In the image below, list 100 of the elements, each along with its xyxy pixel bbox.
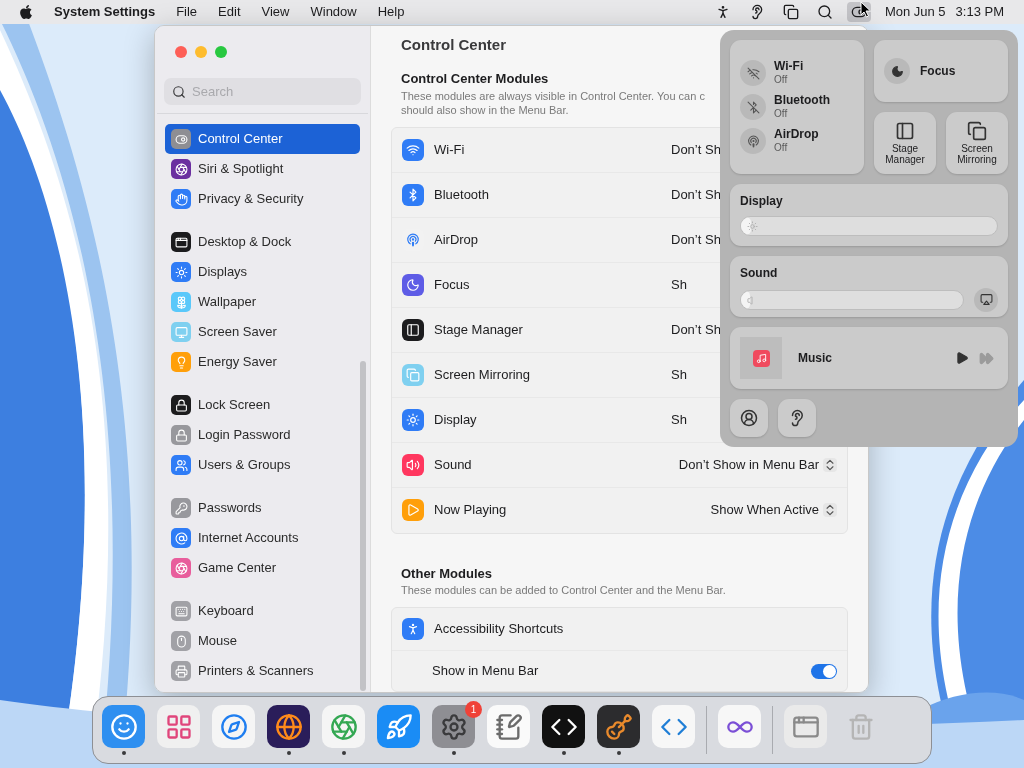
- section-description: should also show in the Menu Bar.: [401, 102, 569, 117]
- toggle-switch[interactable]: [811, 663, 837, 679]
- toggle-status: Off: [774, 73, 789, 86]
- people-icon: [171, 455, 191, 475]
- row-label: Sound: [434, 455, 472, 474]
- sidebar-item[interactable]: Passwords: [165, 493, 360, 523]
- control-tile[interactable]: Stage Manager: [874, 112, 936, 174]
- wifi-icon[interactable]: [740, 60, 766, 86]
- sidebar-item[interactable]: Printers & Scanners: [165, 656, 360, 686]
- sun-icon: [171, 262, 191, 282]
- smiley-face-icon[interactable]: [102, 705, 145, 748]
- toggles-icon: [171, 129, 191, 149]
- menu-select[interactable]: Sh: [671, 411, 687, 427]
- slider[interactable]: [740, 216, 998, 236]
- mouse-icon: [171, 631, 191, 651]
- moon-icon: [402, 273, 424, 296]
- control-tile[interactable]: Screen Mirroring: [946, 112, 1008, 174]
- code-icon[interactable]: [652, 705, 695, 748]
- play-icon[interactable]: [955, 351, 969, 366]
- menu-item[interactable]: View: [261, 2, 290, 22]
- ring-icon[interactable]: [322, 705, 365, 748]
- sidebar-item[interactable]: Privacy & Security: [165, 184, 360, 214]
- tile-label: Display: [740, 193, 784, 210]
- row-label: Screen Mirroring: [434, 365, 531, 384]
- stepper-icon[interactable]: [823, 457, 837, 472]
- sidebar-item[interactable]: Game Center: [165, 553, 360, 583]
- printer-icon: [171, 661, 191, 681]
- speaker-icon: [402, 453, 424, 476]
- stepper-icon[interactable]: [823, 503, 837, 517]
- menu-select[interactable]: Don’t Sh: [671, 186, 721, 202]
- flower-icon: [171, 292, 191, 312]
- close-button[interactable]: [175, 46, 187, 58]
- apple-icon[interactable]: [18, 4, 34, 20]
- sun-icon: [747, 221, 758, 232]
- sidebar-item[interactable]: Siri & Spotlight: [165, 154, 360, 184]
- airplay-button[interactable]: [974, 287, 998, 312]
- menu-select[interactable]: Don’t Sh: [671, 141, 721, 157]
- menu-select[interactable]: Don’t Sh: [671, 231, 721, 247]
- sidebar-item[interactable]: Energy Saver: [165, 347, 360, 377]
- panels-icon: [895, 121, 915, 141]
- app-name[interactable]: System Settings: [54, 2, 156, 22]
- lock-icon: [171, 425, 191, 445]
- menu-select[interactable]: Show When Active: [710, 500, 819, 520]
- menu-select[interactable]: Don’t Sh: [671, 321, 721, 337]
- time-text[interactable]: 3:13 PM: [955, 2, 1004, 22]
- scrollbar[interactable]: [360, 361, 366, 691]
- menu-select[interactable]: Sh: [671, 276, 687, 292]
- slider[interactable]: [740, 289, 964, 310]
- gear-icon[interactable]: [432, 705, 475, 748]
- notepad-icon[interactable]: [487, 705, 530, 748]
- row-label: Focus: [434, 275, 470, 294]
- globe-icon[interactable]: [267, 705, 310, 748]
- menu-item[interactable]: Window: [310, 2, 357, 22]
- sidebar-item[interactable]: Users & Groups: [165, 450, 360, 480]
- monitor-icon: [171, 322, 191, 342]
- menu-select[interactable]: Sh: [671, 366, 687, 382]
- sidebar-item[interactable]: Wallpaper: [165, 287, 360, 317]
- sidebar-item[interactable]: Screen Saver: [165, 317, 360, 347]
- ear-icon[interactable]: [778, 399, 816, 437]
- row-label: Accessibility Shortcuts: [434, 620, 564, 639]
- section-description: These modules are always visible in Control Center. You can c: [401, 88, 705, 103]
- menu-item[interactable]: Help: [377, 2, 405, 22]
- accessibility-icon: [402, 618, 424, 640]
- infinity-icon[interactable]: [718, 705, 761, 748]
- app-grid-icon[interactable]: [157, 705, 200, 748]
- airdrop-icon[interactable]: [740, 128, 766, 154]
- sidebar-item[interactable]: Lock Screen: [165, 390, 360, 420]
- guitar-icon[interactable]: [597, 705, 640, 748]
- notification-badge: 1: [465, 701, 482, 718]
- bulb-icon: [171, 352, 191, 372]
- keyboard-icon: [171, 601, 191, 621]
- sidebar-item[interactable]: Control Center: [165, 124, 360, 154]
- row-label: Show in Menu Bar: [432, 662, 539, 681]
- menu-item[interactable]: File: [176, 2, 198, 22]
- menu-item[interactable]: Edit: [218, 2, 241, 22]
- sidebar-item[interactable]: Mouse: [165, 626, 360, 656]
- key-icon: [171, 498, 191, 518]
- sidebar-item[interactable]: Keyboard: [165, 596, 360, 626]
- menu-select[interactable]: Don’t Show in Menu Bar: [678, 454, 819, 475]
- orb-icon: [171, 159, 191, 179]
- sidebar-item[interactable]: Login Password: [165, 420, 360, 450]
- row-label: Wi-Fi: [434, 140, 465, 159]
- date-text[interactable]: Mon Jun 5: [884, 2, 946, 22]
- toggle-name: Bluetooth: [774, 94, 830, 107]
- compass-icon[interactable]: [212, 705, 255, 748]
- cursor-icon: [860, 1, 872, 18]
- sidebar-item[interactable]: Internet Accounts: [165, 523, 360, 553]
- sidebar-item[interactable]: Displays: [165, 257, 360, 287]
- search-icon: [172, 85, 186, 99]
- focus-tile[interactable]: Focus: [874, 40, 1008, 102]
- toggle-name: AirDrop: [774, 128, 819, 141]
- sidebar-item[interactable]: Desktop & Dock: [165, 227, 360, 257]
- bluetooth-icon[interactable]: [740, 94, 766, 120]
- toggle-status: Off: [774, 107, 789, 120]
- row-label: Bluetooth: [434, 185, 489, 204]
- bluetooth-icon: [402, 183, 424, 206]
- music-note-icon: [752, 349, 770, 367]
- wifi-icon: [402, 138, 424, 161]
- window-icon: [171, 232, 191, 252]
- window-thumbnail-icon[interactable]: [784, 705, 827, 748]
